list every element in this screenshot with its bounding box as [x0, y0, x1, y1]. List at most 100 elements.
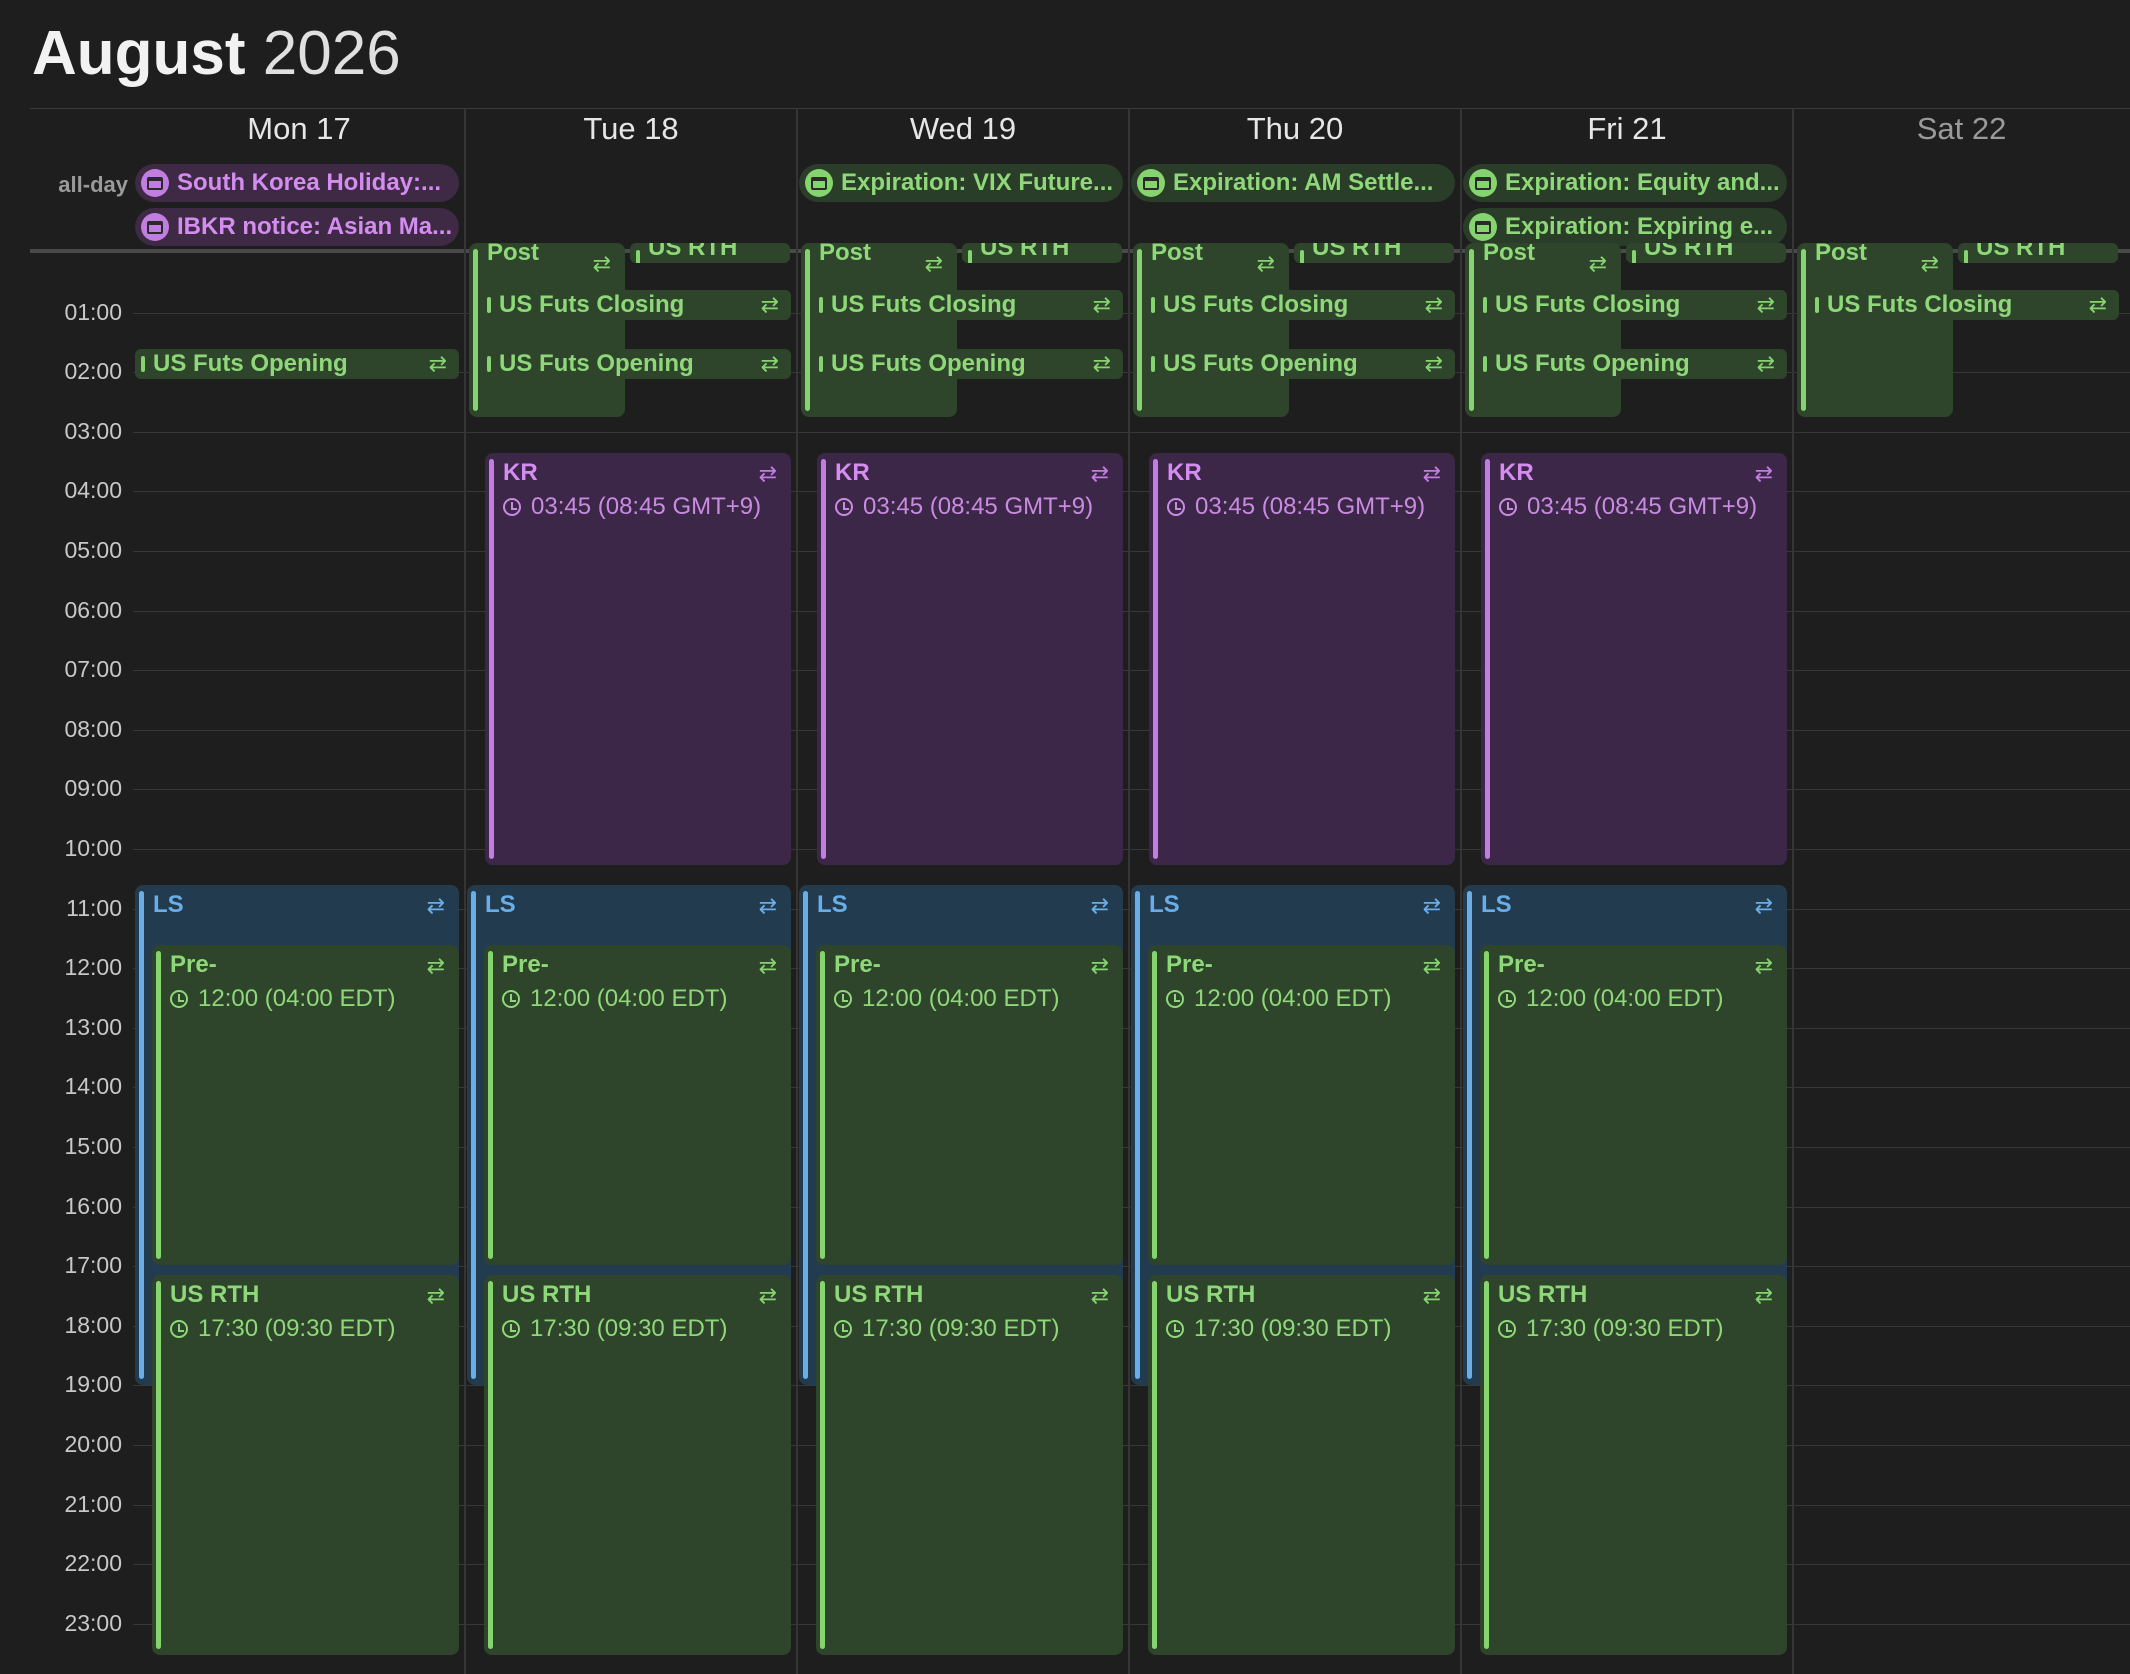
repeat-icon: ⇄ [592, 251, 611, 276]
event-color-bar [1137, 249, 1142, 411]
day-column-divider [796, 108, 798, 1674]
us-rth-event[interactable]: US RTH 17:30 (09:30 EDT) ⇄ [1148, 1275, 1455, 1655]
repeat-icon: ⇄ [426, 953, 445, 978]
kr-session-event[interactable]: KR 03:45 (08:45 GMT+9) ⇄ [817, 453, 1123, 865]
repeat-icon: ⇄ [1754, 1283, 1773, 1308]
us-rth-event[interactable]: US RTH 17:30 (09:30 EDT) ⇄ [484, 1275, 791, 1655]
event-pill[interactable]: US Futs Opening ⇄ [135, 349, 459, 379]
event-title: Post [487, 243, 540, 266]
hour-label: 23:00 [64, 1610, 122, 1636]
pre-market-event[interactable]: Pre- 12:00 (04:00 EDT) ⇄ [816, 945, 1123, 1265]
event-color-bar [1152, 1281, 1157, 1649]
event-title: US Futs Opening [1495, 350, 1690, 377]
event-title: US Futs Opening [499, 350, 694, 377]
us-rth-overflow-event[interactable]: US RTH [1294, 243, 1454, 263]
post-session-event[interactable]: Post ⇄ [1797, 243, 1953, 417]
us-rth-overflow-event[interactable]: US RTH [1626, 243, 1786, 263]
kr-session-event[interactable]: KR 03:45 (08:45 GMT+9) ⇄ [1149, 453, 1455, 865]
event-pill[interactable]: US Futs Closing ⇄ [1477, 290, 1787, 320]
event-color-bar [473, 249, 478, 411]
us-rth-overflow-event[interactable]: US RTH [1958, 243, 2118, 263]
pre-market-event[interactable]: Pre- 12:00 (04:00 EDT) ⇄ [1480, 945, 1787, 1265]
us-rth-overflow-event[interactable]: US RTH [962, 243, 1122, 263]
event-color-bar [471, 891, 476, 1379]
clock-icon [503, 498, 521, 516]
event-title: US Futs Closing [499, 291, 685, 318]
post-session-event[interactable]: Post ⇄ [1133, 243, 1289, 417]
event-color-bar [1801, 249, 1806, 411]
kr-session-event[interactable]: KR 03:45 (08:45 GMT+9) ⇄ [1481, 453, 1787, 865]
day-header[interactable]: Mon 17 [133, 108, 465, 166]
hour-line [133, 551, 2130, 552]
post-session-event[interactable]: Post ⇄ [469, 243, 625, 417]
all-day-event[interactable]: South Korea Holiday:... [135, 164, 459, 202]
event-pill[interactable]: US Futs Opening ⇄ [813, 349, 1123, 379]
event-title: US RTH [502, 1281, 592, 1308]
us-rth-event[interactable]: US RTH 17:30 (09:30 EDT) ⇄ [152, 1275, 459, 1655]
day-header[interactable]: Thu 20 [1129, 108, 1461, 166]
us-rth-event[interactable]: US RTH 17:30 (09:30 EDT) ⇄ [816, 1275, 1123, 1655]
event-color-bar [805, 249, 810, 411]
calendar-icon [805, 169, 833, 197]
event-pill[interactable]: US Futs Opening ⇄ [481, 349, 791, 379]
event-pill[interactable]: US Futs Closing ⇄ [1145, 290, 1455, 320]
all-day-event[interactable]: Expiration: Equity and... [1463, 164, 1787, 202]
event-color-bar [1152, 951, 1157, 1259]
hour-label: 09:00 [64, 775, 122, 801]
repeat-icon: ⇄ [1090, 953, 1109, 978]
hour-label: 03:00 [64, 418, 122, 444]
event-color-bar [1467, 891, 1472, 1379]
event-pill[interactable]: US Futs Closing ⇄ [1809, 290, 2119, 320]
all-day-event[interactable]: IBKR notice: Asian Ma... [135, 208, 459, 246]
day-header[interactable]: Fri 21 [1461, 108, 1793, 166]
pre-market-event[interactable]: Pre- 12:00 (04:00 EDT) ⇄ [484, 945, 791, 1265]
event-time-text: 17:30 (09:30 EDT) [530, 1315, 728, 1342]
day-header[interactable]: Tue 18 [465, 108, 797, 166]
event-pill[interactable]: US Futs Opening ⇄ [1145, 349, 1455, 379]
event-pill[interactable]: US Futs Closing ⇄ [813, 290, 1123, 320]
kr-session-event[interactable]: KR 03:45 (08:45 GMT+9) ⇄ [485, 453, 791, 865]
day-header[interactable]: Sat 22 [1793, 108, 2130, 166]
event-title: LS [485, 891, 516, 918]
all-day-event-title: Expiration: Expiring e... [1505, 213, 1774, 240]
event-time: 03:45 (08:45 GMT+9) [503, 493, 761, 521]
all-day-label: all-day [58, 172, 128, 197]
event-title: US Futs Closing [1163, 291, 1349, 318]
day-column-divider [1792, 108, 1794, 1674]
clock-icon [1498, 1320, 1516, 1338]
repeat-icon: ⇄ [1256, 251, 1275, 276]
event-color-bar [636, 250, 640, 263]
event-time-text: 17:30 (09:30 EDT) [1194, 1315, 1392, 1342]
event-title: LS [817, 891, 848, 918]
hour-label: 10:00 [64, 835, 122, 861]
event-time: 12:00 (04:00 EDT) [502, 985, 727, 1013]
event-color-bar [1151, 297, 1155, 313]
calendar-icon [1137, 169, 1165, 197]
us-rth-overflow-event[interactable]: US RTH [630, 243, 790, 263]
calendar-icon [141, 213, 169, 241]
event-time-text: 12:00 (04:00 EDT) [1526, 985, 1724, 1012]
all-day-event[interactable]: Expiration: Expiring e... [1463, 208, 1787, 246]
us-rth-event[interactable]: US RTH 17:30 (09:30 EDT) ⇄ [1480, 1275, 1787, 1655]
event-title: Pre- [1166, 951, 1213, 978]
event-title: US RTH [1312, 243, 1402, 261]
calendar-glyph [1475, 176, 1491, 190]
event-pill[interactable]: US Futs Opening ⇄ [1477, 349, 1787, 379]
all-day-event[interactable]: Expiration: AM Settle... [1131, 164, 1455, 202]
repeat-icon: ⇄ [1920, 251, 1939, 276]
repeat-icon: ⇄ [1422, 461, 1441, 486]
event-pill[interactable]: US Futs Closing ⇄ [481, 290, 791, 320]
event-color-bar [1964, 250, 1968, 263]
event-time-text: 12:00 (04:00 EDT) [862, 985, 1060, 1012]
all-day-event-title: IBKR notice: Asian Ma... [177, 213, 453, 240]
event-title: KR [1167, 459, 1202, 486]
hour-label: 12:00 [64, 954, 122, 980]
post-session-event[interactable]: Post ⇄ [1465, 243, 1621, 417]
hour-label: 18:00 [64, 1312, 122, 1338]
pre-market-event[interactable]: Pre- 12:00 (04:00 EDT) ⇄ [152, 945, 459, 1265]
repeat-icon: ⇄ [1754, 461, 1773, 486]
post-session-event[interactable]: Post ⇄ [801, 243, 957, 417]
all-day-event[interactable]: Expiration: VIX Future... [799, 164, 1123, 202]
day-header[interactable]: Wed 19 [797, 108, 1129, 166]
pre-market-event[interactable]: Pre- 12:00 (04:00 EDT) ⇄ [1148, 945, 1455, 1265]
